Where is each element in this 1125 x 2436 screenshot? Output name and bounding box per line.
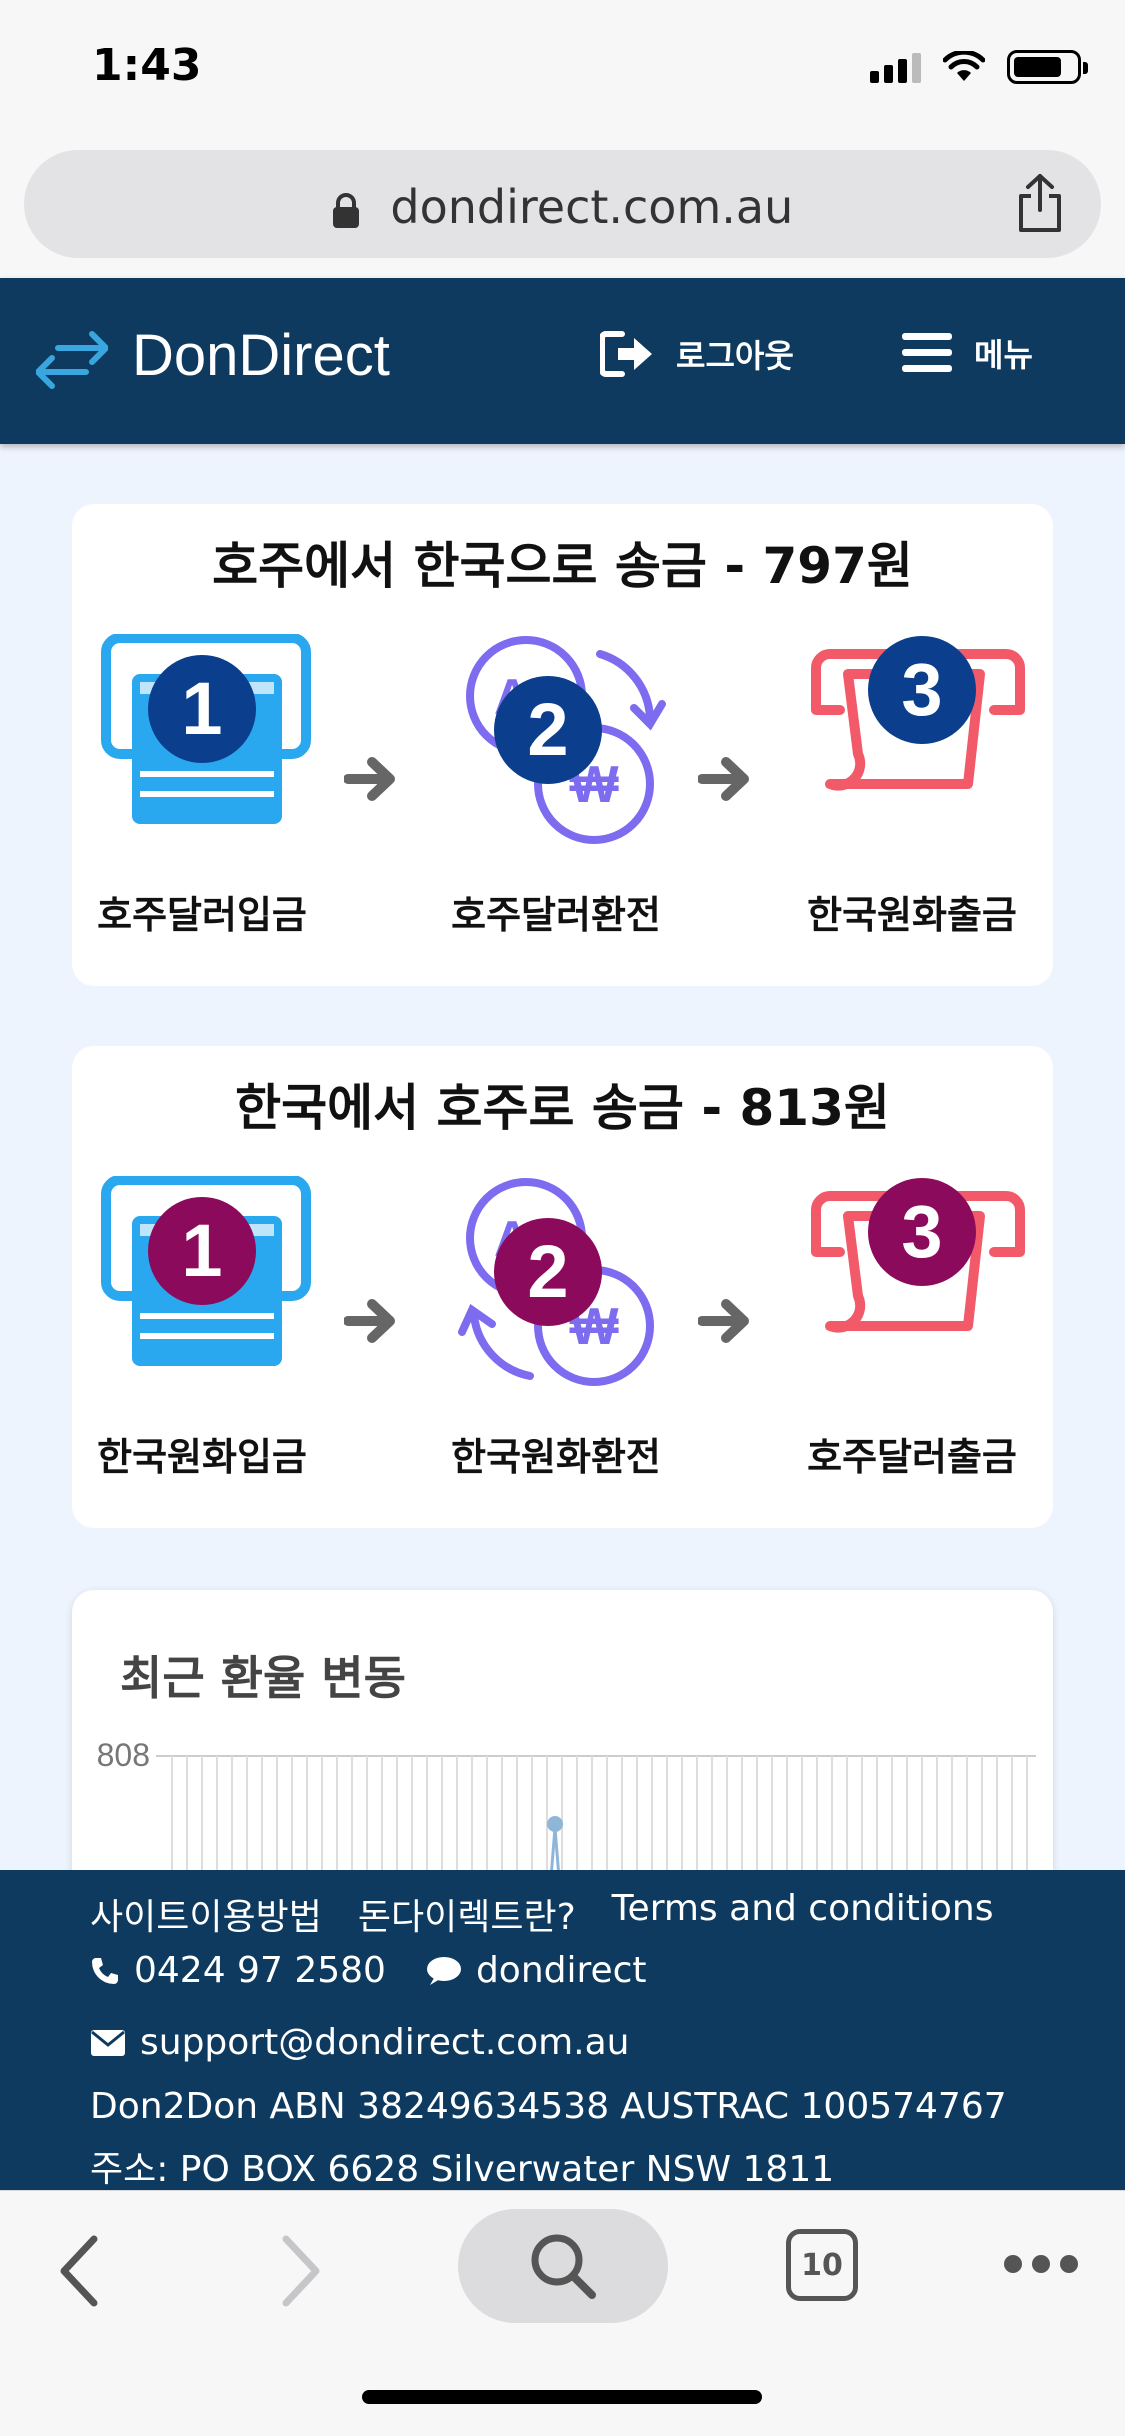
more-icon[interactable]	[1004, 2255, 1078, 2273]
withdraw-icon: 3	[811, 1178, 1025, 1333]
y-tick-label: 808	[97, 1737, 150, 1773]
wifi-icon	[943, 51, 985, 81]
company-info: Don2Don ABN 38249634538 AUSTRAC 10057476…	[90, 2086, 1007, 2127]
step-withdraw: 3	[800, 634, 1050, 814]
chart-title: 최근 환율 변동	[120, 1651, 406, 1705]
footer-link-howto[interactable]: 사이트이용방법	[90, 1888, 322, 1940]
deposit-icon: 1	[101, 1176, 311, 1366]
exchange-icon: A$ ₩ 2	[458, 1178, 654, 1386]
phone-number[interactable]: 0424 97 2580	[134, 1950, 386, 1991]
site-footer: 사이트이용방법 돈다이렉트란? Terms and conditions 042…	[0, 1870, 1125, 2190]
phone-icon	[92, 1957, 118, 1984]
browser-address-area: dondirect.com.au	[0, 140, 1125, 278]
postal-address: 주소: PO BOX 6628 Silverwater NSW 1811	[90, 2149, 835, 2190]
logout-icon	[600, 331, 652, 377]
support-email[interactable]: support@dondirect.com.au	[140, 2022, 629, 2063]
svg-text:3: 3	[901, 1190, 942, 1273]
address-bar[interactable]: dondirect.com.au	[24, 150, 1101, 258]
menu-button[interactable]: 메뉴	[900, 330, 1033, 376]
footer-links: 사이트이용방법 돈다이렉트란? Terms and conditions	[90, 1888, 994, 1940]
search-icon	[531, 2234, 596, 2299]
svg-text:1: 1	[181, 1209, 222, 1292]
card-title: 호주에서 한국으로 송금 - 797원	[212, 537, 913, 595]
exchange-icon: A$ ₩ 2	[466, 636, 666, 844]
footer-link-about[interactable]: 돈다이렉트란?	[358, 1888, 576, 1940]
lock-icon	[332, 192, 359, 228]
status-bar: 1:43	[0, 0, 1125, 140]
email-row: support@dondirect.com.au	[90, 2022, 629, 2063]
logout-button[interactable]: 로그아웃	[600, 330, 794, 378]
withdraw-icon: 3	[811, 636, 1025, 791]
transfer-arrows-icon	[36, 331, 108, 389]
cellular-signal-icon	[870, 51, 921, 83]
back-icon[interactable]	[54, 2231, 104, 2311]
arrow-right-icon	[344, 1299, 395, 1343]
forward-icon[interactable]	[276, 2231, 326, 2311]
svg-text:2: 2	[527, 1230, 568, 1313]
svg-text:2: 2	[527, 688, 568, 771]
contact-row: 0424 97 2580 dondirect	[90, 1950, 647, 1991]
step-label: 한국원화환전	[451, 1435, 661, 1479]
step-exchange: A$ ₩ 2	[450, 1176, 700, 1386]
status-time: 1:43	[92, 40, 202, 91]
kakao-id[interactable]: dondirect	[476, 1950, 647, 1991]
hamburger-icon	[902, 333, 952, 372]
card-title: 한국에서 호주로 송금 - 813원	[235, 1079, 890, 1137]
menu-label: 메뉴	[974, 336, 1033, 374]
card-kr-to-au: 한국에서 호주로 송금 - 813원 1 A$ ₩ 2	[72, 1046, 1053, 1528]
footer-link-terms[interactable]: Terms and conditions	[612, 1888, 994, 1940]
step-label: 호주달러출금	[807, 1435, 1017, 1479]
url-text: dondirect.com.au	[390, 180, 794, 234]
search-button[interactable]	[458, 2209, 668, 2323]
step-withdraw: 3	[800, 1176, 1050, 1356]
battery-icon	[1007, 50, 1088, 84]
step-deposit: 1	[100, 634, 350, 824]
status-icons	[870, 50, 1088, 84]
step-deposit: 1	[100, 1176, 350, 1366]
home-indicator	[362, 2390, 762, 2404]
step-label: 호주달러입금	[97, 893, 307, 937]
brand-logo[interactable]: DonDirect	[132, 322, 390, 389]
logout-label: 로그아웃	[676, 337, 794, 375]
site-header: DonDirect 로그아웃 메뉴	[0, 278, 1125, 444]
step-exchange: A$ ₩ 2	[450, 634, 700, 844]
share-icon[interactable]	[1015, 172, 1065, 234]
arrow-right-icon	[344, 757, 395, 801]
card-au-to-kr: 호주에서 한국으로 송금 - 797원 1 A$ ₩ 2	[72, 504, 1053, 986]
svg-text:1: 1	[181, 667, 222, 750]
envelope-icon	[91, 2029, 125, 2056]
arrow-right-icon	[698, 757, 749, 801]
rate-chart: 808	[97, 1737, 1036, 1890]
svg-text:3: 3	[901, 648, 942, 731]
step-label: 한국원화출금	[807, 893, 1017, 937]
tabs-button[interactable]: 10	[786, 2229, 858, 2301]
step-label: 호주달러환전	[451, 893, 661, 937]
arrow-right-icon	[698, 1299, 749, 1343]
deposit-icon: 1	[101, 634, 311, 824]
step-label: 한국원화입금	[97, 1435, 307, 1479]
chat-bubble-icon	[426, 1956, 461, 1985]
